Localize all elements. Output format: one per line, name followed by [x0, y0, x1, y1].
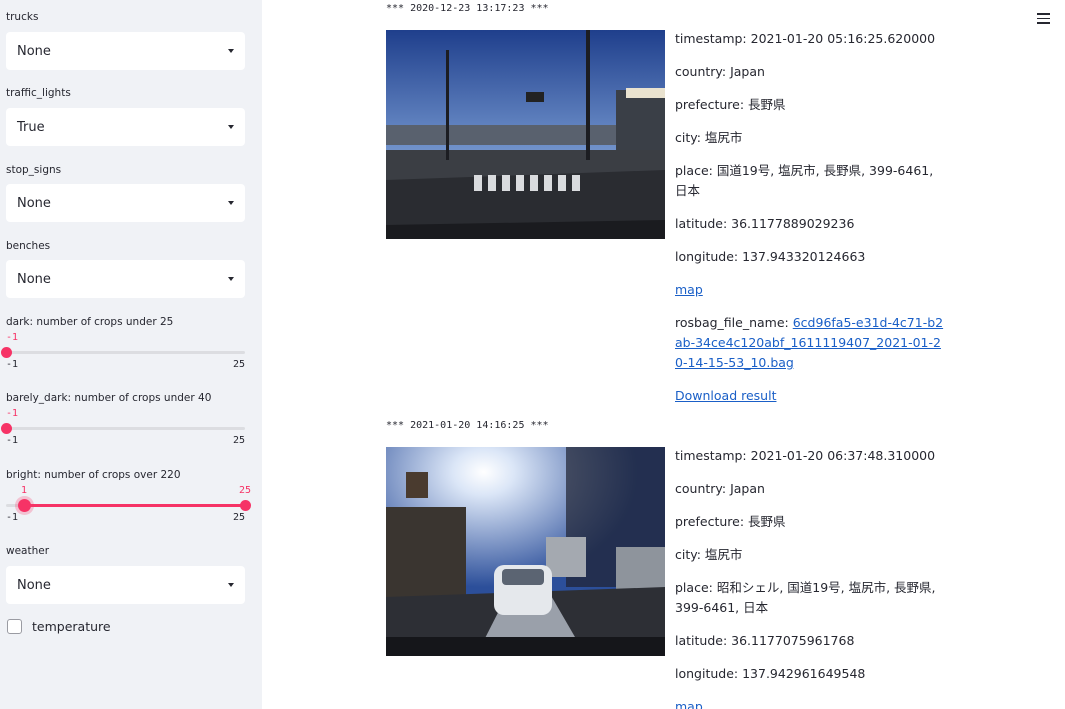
- benches-select[interactable]: None: [6, 260, 245, 298]
- record-header: *** 2020-12-23 13:17:23 ***: [386, 3, 549, 14]
- longitude-text: longitude: 137.942961649548: [675, 666, 866, 681]
- download-result-link[interactable]: Download result: [675, 388, 776, 403]
- slider-handle[interactable]: [0, 347, 12, 358]
- caret-down-icon: [228, 125, 234, 129]
- map-link[interactable]: map: [675, 699, 703, 709]
- temperature-label: temperature: [32, 619, 111, 634]
- rosbag-label: rosbag_file_name:: [675, 315, 793, 330]
- road-photo-car: [386, 447, 665, 656]
- latitude-text: latitude: 36.1177889029236: [675, 216, 855, 231]
- prefecture-text: prefecture: 長野県: [675, 514, 786, 529]
- slider-min: -1: [6, 512, 19, 523]
- dark-slider-value: -1: [6, 332, 19, 343]
- trucks-select-value: None: [17, 43, 51, 59]
- stop-signs-select[interactable]: None: [6, 184, 245, 222]
- slider-max: 25: [232, 359, 245, 370]
- sidebar: trucks None traffic_lights True stop_sig…: [0, 0, 262, 709]
- temperature-checkbox[interactable]: [7, 619, 22, 634]
- slider-track: [6, 351, 245, 354]
- latitude-text: latitude: 36.1177075961768: [675, 633, 855, 648]
- timestamp-text: timestamp: 2021-01-20 06:37:48.310000: [675, 448, 936, 463]
- weather-select[interactable]: None: [6, 566, 245, 604]
- country-text: country: Japan: [675, 481, 765, 496]
- bright-range-slider[interactable]: 1 25 -1 25: [6, 485, 251, 530]
- dark-slider[interactable]: -1 -1 25: [0, 332, 245, 377]
- caret-down-icon: [228, 49, 234, 53]
- city-text: city: 塩尻市: [675, 130, 743, 145]
- barely-dark-slider[interactable]: -1 -1 25: [0, 408, 245, 453]
- traffic-lights-select[interactable]: True: [6, 108, 245, 146]
- record-info: timestamp: 2021-01-20 06:37:48.310000 co…: [675, 446, 945, 709]
- temperature-checkbox-row[interactable]: temperature: [7, 619, 111, 634]
- slider-min: -1: [6, 435, 19, 446]
- slider-fill: [24, 504, 245, 507]
- dark-slider-label: dark: number of crops under 25: [6, 316, 174, 328]
- slider-max: 25: [232, 435, 245, 446]
- bright-slider-label: bright: number of crops over 220: [6, 469, 181, 481]
- city-text: city: 塩尻市: [675, 547, 743, 562]
- timestamp-text: timestamp: 2021-01-20 05:16:25.620000: [675, 31, 936, 46]
- traffic-lights-label: traffic_lights: [6, 87, 71, 99]
- record-info: timestamp: 2021-01-20 05:16:25.620000 co…: [675, 29, 945, 419]
- main-content: *** 2020-12-23 13:17:23 *** timestamp: 2…: [262, 0, 1065, 709]
- slider-max: 25: [232, 512, 245, 523]
- place-text: place: 昭和シェル, 国道19号, 塩尻市, 長野県, 399-6461,…: [675, 580, 936, 615]
- hamburger-menu-icon[interactable]: [1037, 13, 1050, 27]
- record-header: *** 2021-01-20 14:16:25 ***: [386, 420, 549, 431]
- slider-min: -1: [6, 359, 19, 370]
- slider-high-handle[interactable]: [239, 500, 251, 511]
- place-text: place: 国道19号, 塩尻市, 長野県, 399-6461, 日本: [675, 163, 934, 198]
- barely-dark-slider-value: -1: [6, 408, 19, 419]
- traffic-lights-select-value: True: [17, 119, 45, 135]
- caret-down-icon: [228, 277, 234, 281]
- caret-down-icon: [228, 201, 234, 205]
- country-text: country: Japan: [675, 64, 765, 79]
- stop-signs-label: stop_signs: [6, 164, 62, 176]
- benches-select-value: None: [17, 271, 51, 287]
- bright-slider-high-value: 25: [238, 485, 252, 496]
- map-link[interactable]: map: [675, 282, 703, 297]
- stop-signs-select-value: None: [17, 195, 51, 211]
- prefecture-text: prefecture: 長野県: [675, 97, 786, 112]
- trucks-label: trucks: [6, 11, 39, 23]
- slider-low-handle[interactable]: [17, 499, 31, 512]
- longitude-text: longitude: 137.943320124663: [675, 249, 866, 264]
- weather-label: weather: [6, 545, 50, 557]
- benches-label: benches: [6, 240, 51, 252]
- trucks-select[interactable]: None: [6, 32, 245, 70]
- weather-select-value: None: [17, 577, 51, 593]
- road-photo-crosswalk: [386, 30, 665, 239]
- slider-handle[interactable]: [0, 423, 12, 434]
- bright-slider-low-value: 1: [20, 485, 28, 496]
- caret-down-icon: [228, 583, 234, 587]
- slider-track: [6, 427, 245, 430]
- barely-dark-slider-label: barely_dark: number of crops under 40: [6, 392, 212, 404]
